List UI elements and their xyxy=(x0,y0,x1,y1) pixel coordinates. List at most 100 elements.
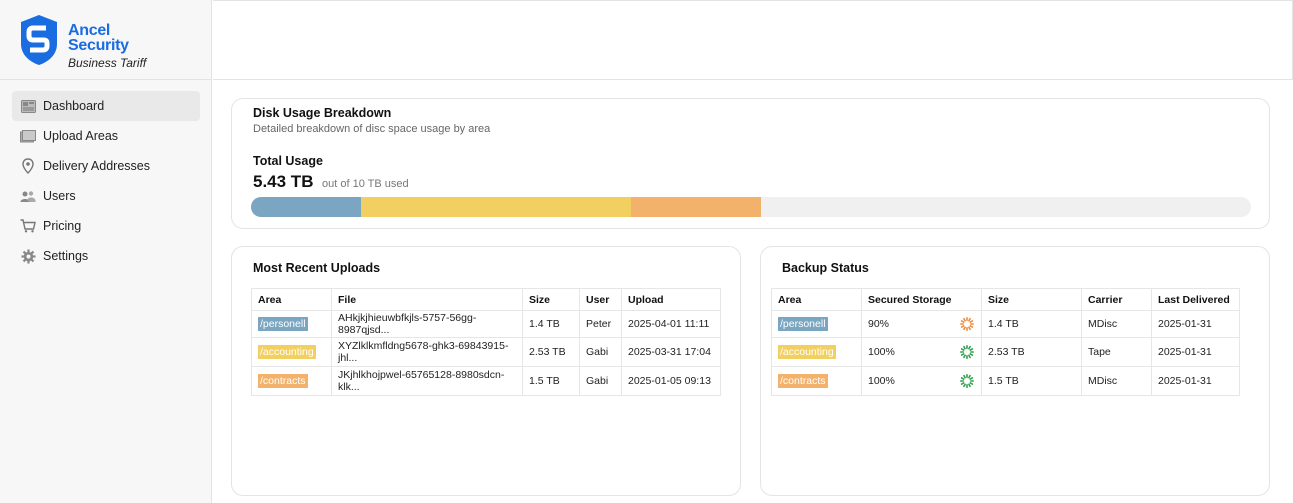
area-cell: /contracts xyxy=(771,366,862,396)
table-row[interactable]: /personell 90% 1.4 TB MDisc 2025-01-31 xyxy=(771,310,1240,338)
recent-uploads-table: Area File Size User Upload /personell AHk… xyxy=(251,288,721,396)
sidebar-item-upload-areas[interactable]: Upload Areas xyxy=(12,121,200,151)
secured-storage-cell: 90% xyxy=(861,310,982,338)
gear-icon xyxy=(20,248,36,264)
carrier-cell: MDisc xyxy=(1081,366,1152,396)
sidebar-item-label: Users xyxy=(43,189,76,203)
size-cell: 1.5 TB xyxy=(981,366,1082,396)
size-cell: 1.4 TB xyxy=(981,310,1082,338)
last-delivered-cell: 2025-01-31 xyxy=(1151,366,1240,396)
upload-date-cell: 2025-03-31 17:04 xyxy=(621,337,721,367)
sidebar-item-users[interactable]: Users xyxy=(12,181,200,211)
total-usage-capacity: out of 10 TB used xyxy=(322,178,409,190)
brand-tagline: Business Tariff xyxy=(68,56,147,70)
area-cell: /accounting xyxy=(251,337,332,367)
top-bar xyxy=(213,0,1293,80)
sidebar-item-label: Delivery Addresses xyxy=(43,159,150,173)
column-header: Upload xyxy=(621,288,721,311)
column-header: Secured Storage xyxy=(861,288,982,311)
carrier-cell: MDisc xyxy=(1081,310,1152,338)
dashboard-icon xyxy=(20,98,36,114)
area-cell: /personell xyxy=(251,310,332,338)
usage-segment xyxy=(631,197,761,217)
table-row[interactable]: /personell AHkjkjhieuwbfkjls-5757-56gg-89… xyxy=(251,310,721,338)
area-tag[interactable]: /personell xyxy=(778,317,828,331)
recent-uploads-card: Most Recent Uploads Area File Size User … xyxy=(231,246,741,496)
area-cell: /contracts xyxy=(251,366,332,396)
sidebar-item-dashboard[interactable]: Dashboard xyxy=(12,91,200,121)
column-header: Last Delivered xyxy=(1151,288,1240,311)
backup-status-icon xyxy=(959,373,975,389)
column-header: Area xyxy=(771,288,862,311)
usage-segment xyxy=(361,197,631,217)
last-delivered-cell: 2025-01-31 xyxy=(1151,337,1240,367)
column-header: Size xyxy=(981,288,1082,311)
backup-status-table: Area Secured Storage Size Carrier Last D… xyxy=(771,288,1240,396)
secured-percent: 100% xyxy=(868,375,895,387)
column-header: Carrier xyxy=(1081,288,1152,311)
area-tag[interactable]: /contracts xyxy=(258,374,308,388)
carrier-cell: Tape xyxy=(1081,337,1152,367)
size-cell: 2.53 TB xyxy=(981,337,1082,367)
area-tag[interactable]: /accounting xyxy=(258,345,316,359)
file-cell[interactable]: JKjhlkhojpwel-65765128-8980sdcn-klk... xyxy=(331,366,523,396)
usage-segment xyxy=(251,197,361,217)
sidebar-nav: Dashboard Upload Areas Delivery Addresse… xyxy=(0,80,211,271)
table-row[interactable]: /accounting XYZlklkmfldng5678-ghk3-698439… xyxy=(251,337,721,367)
size-cell: 1.4 TB xyxy=(522,310,580,338)
folders-icon xyxy=(20,128,36,144)
area-tag[interactable]: /personell xyxy=(258,317,308,331)
area-cell: /accounting xyxy=(771,337,862,367)
map-pin-icon xyxy=(20,158,36,174)
user-cell: Peter xyxy=(579,310,622,338)
table-row[interactable]: /accounting 100% 2.53 TB Tape 2025-01-31 xyxy=(771,337,1240,367)
column-header: User xyxy=(579,288,622,311)
area-cell: /personell xyxy=(771,310,862,338)
recent-uploads-title: Most Recent Uploads xyxy=(253,261,381,275)
file-cell[interactable]: XYZlklkmfldng5678-ghk3-69843915-jhl... xyxy=(331,337,523,367)
sidebar-item-pricing[interactable]: Pricing xyxy=(12,211,200,241)
secured-percent: 90% xyxy=(868,318,890,330)
logo-area: Ancel Security Business Tariff xyxy=(0,0,211,80)
sidebar-item-delivery-addresses[interactable]: Delivery Addresses xyxy=(12,151,200,181)
disk-usage-title: Disk Usage Breakdown xyxy=(253,106,392,120)
upload-date-cell: 2025-01-05 09:13 xyxy=(621,366,721,396)
cart-icon xyxy=(20,218,36,234)
backup-status-title: Backup Status xyxy=(782,261,869,275)
secured-percent: 100% xyxy=(868,346,895,358)
table-header-row: Area Secured Storage Size Carrier Last D… xyxy=(771,288,1240,311)
disk-usage-card: Disk Usage Breakdown Detailed breakdown … xyxy=(231,98,1270,229)
disk-usage-bar xyxy=(251,197,1251,217)
upload-date-cell: 2025-04-01 11:11 xyxy=(621,310,721,338)
table-header-row: Area File Size User Upload xyxy=(251,288,721,311)
table-row[interactable]: /contracts JKjhlkhojpwel-65765128-8980sdc… xyxy=(251,366,721,396)
sidebar-item-label: Pricing xyxy=(43,219,82,233)
total-usage-label: Total Usage xyxy=(253,154,323,168)
total-usage-value: 5.43 TB xyxy=(253,172,314,191)
column-header: Area xyxy=(251,288,332,311)
users-icon xyxy=(20,188,36,204)
table-row[interactable]: /contracts 100% 1.5 TB MDisc 2025-01-31 xyxy=(771,366,1240,396)
size-cell: 1.5 TB xyxy=(522,366,580,396)
backup-status-icon xyxy=(959,316,975,332)
shield-logo-icon xyxy=(21,15,57,65)
sidebar: Ancel Security Business Tariff Dashboard… xyxy=(0,0,212,503)
user-cell: Gabi xyxy=(579,366,622,396)
user-cell: Gabi xyxy=(579,337,622,367)
sidebar-item-label: Dashboard xyxy=(43,99,105,113)
backup-status-card: Backup Status Area Secured Storage Size … xyxy=(760,246,1270,496)
brand-name-line2: Security xyxy=(68,37,129,54)
area-tag[interactable]: /accounting xyxy=(778,345,836,359)
file-cell[interactable]: AHkjkjhieuwbfkjls-5757-56gg-8987qjsd... xyxy=(331,310,523,338)
secured-storage-cell: 100% xyxy=(861,337,982,367)
size-cell: 2.53 TB xyxy=(522,337,580,367)
disk-usage-subtitle: Detailed breakdown of disc space usage b… xyxy=(253,123,491,135)
last-delivered-cell: 2025-01-31 xyxy=(1151,310,1240,338)
column-header: File xyxy=(331,288,523,311)
sidebar-item-label: Settings xyxy=(43,249,89,263)
area-tag[interactable]: /contracts xyxy=(778,374,828,388)
sidebar-item-label: Upload Areas xyxy=(43,129,119,143)
sidebar-item-settings[interactable]: Settings xyxy=(12,241,200,271)
secured-storage-cell: 100% xyxy=(861,366,982,396)
backup-status-icon xyxy=(959,344,975,360)
